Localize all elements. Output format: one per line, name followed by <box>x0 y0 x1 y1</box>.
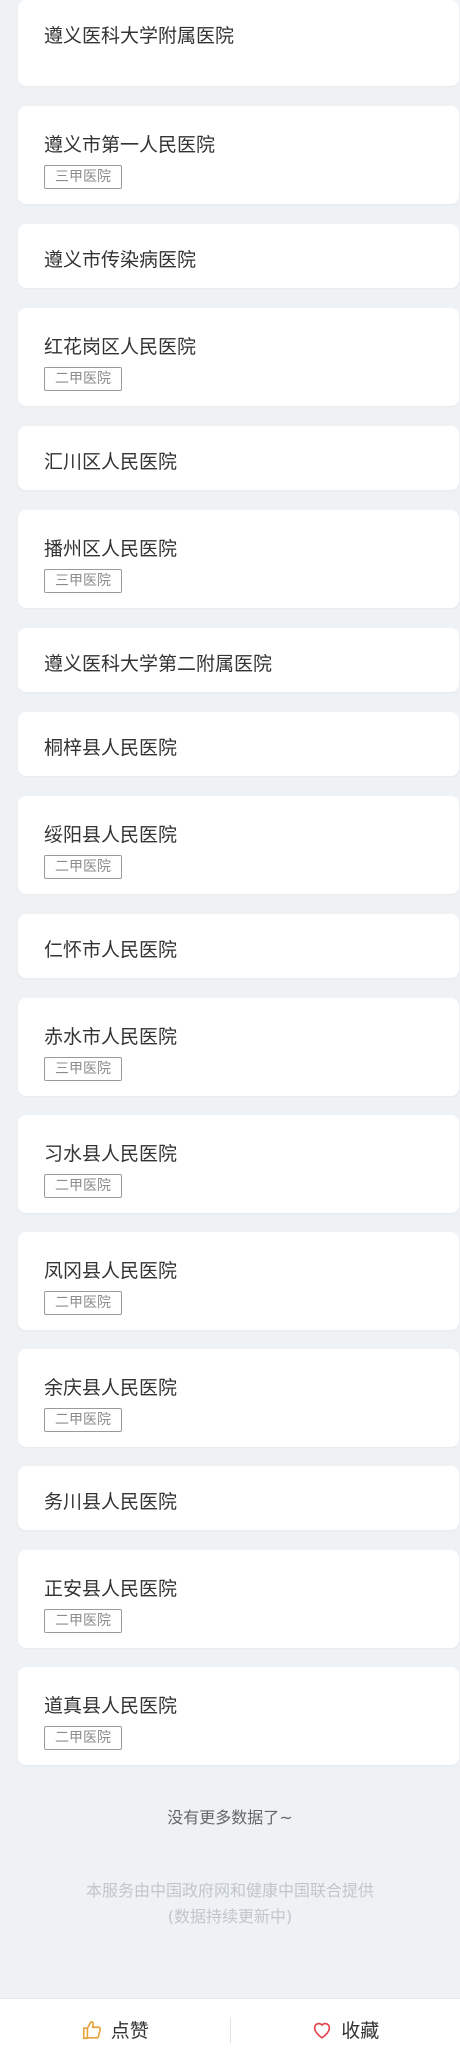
credit-line-1: 本服务由中国政府网和健康中国联合提供 <box>85 1881 374 1900</box>
hospital-card[interactable]: 桐梓县人民医院 <box>18 712 459 776</box>
hospital-name: 绥阳县人民医院 <box>44 824 178 846</box>
hospital-card[interactable]: 汇川区人民医院 <box>18 426 459 490</box>
credit-line-2: (数据持续更新中) <box>167 1907 293 1926</box>
hospital-name: 余庆县人民医院 <box>44 1377 178 1399</box>
hospital-card[interactable]: 道真县人民医院 二甲医院 <box>18 1667 459 1765</box>
hospital-name: 遵义医科大学第二附属医院 <box>44 653 273 675</box>
hospital-card[interactable]: 遵义市第一人民医院 三甲医院 <box>18 106 459 204</box>
bottom-action-bar: 点赞 收藏 <box>0 1998 460 2048</box>
hospital-grade-badge: 二甲医院 <box>44 855 122 879</box>
hospital-name: 遵义市第一人民医院 <box>44 134 216 156</box>
hospital-name: 赤水市人民医院 <box>44 1026 178 1048</box>
no-more-data-text: 没有更多数据了~ <box>167 1808 293 1827</box>
hospital-grade-badge: 二甲医院 <box>44 367 122 391</box>
hospital-name: 遵义市传染病医院 <box>44 249 197 271</box>
hospital-card[interactable]: 遵义医科大学附属医院 <box>18 0 459 86</box>
favorite-button[interactable]: 收藏 <box>231 1999 460 2048</box>
like-label: 点赞 <box>110 2020 149 2042</box>
hospital-grade-badge: 三甲医院 <box>44 165 122 189</box>
hospital-name: 桐梓县人民医院 <box>44 737 178 759</box>
hospital-card[interactable]: 红花岗区人民医院 二甲医院 <box>18 308 459 406</box>
hospital-card[interactable]: 赤水市人民医院 三甲医院 <box>18 998 459 1096</box>
hospital-card[interactable]: 仁怀市人民医院 <box>18 914 459 978</box>
hospital-grade-badge: 三甲医院 <box>44 569 122 593</box>
hospital-grade-badge: 二甲医院 <box>44 1291 122 1315</box>
hospital-grade-badge: 二甲医院 <box>44 1726 122 1750</box>
hospital-card[interactable]: 播州区人民医院 三甲医院 <box>18 510 459 608</box>
hospital-card[interactable]: 务川县人民医院 <box>18 1466 459 1530</box>
heart-icon <box>311 2019 333 2041</box>
service-credit: 本服务由中国政府网和健康中国联合提供 (数据持续更新中) <box>0 1878 460 1930</box>
hospital-name: 正安县人民医院 <box>44 1578 178 1600</box>
hospital-card[interactable]: 遵义医科大学第二附属医院 <box>18 628 459 692</box>
like-button[interactable]: 点赞 <box>0 1999 230 2048</box>
hospital-name: 习水县人民医院 <box>44 1143 178 1165</box>
hospital-card[interactable]: 遵义市传染病医院 <box>18 224 459 288</box>
hospital-grade-badge: 二甲医院 <box>44 1609 122 1633</box>
thumbs-up-icon <box>81 2019 103 2041</box>
hospital-name: 汇川区人民医院 <box>44 451 178 473</box>
hospital-name: 遵义医科大学附属医院 <box>44 25 235 47</box>
hospital-card[interactable]: 绥阳县人民医院 二甲医院 <box>18 796 459 894</box>
hospital-name: 务川县人民医院 <box>44 1491 178 1513</box>
hospital-name: 仁怀市人民医院 <box>44 939 178 961</box>
hospital-name: 凤冈县人民医院 <box>44 1260 178 1282</box>
hospital-card[interactable]: 凤冈县人民医院 二甲医院 <box>18 1232 459 1330</box>
favorite-label: 收藏 <box>341 2020 380 2042</box>
hospital-grade-badge: 二甲医院 <box>44 1174 122 1198</box>
hospital-name: 道真县人民医院 <box>44 1695 178 1717</box>
hospital-card[interactable]: 习水县人民医院 二甲医院 <box>18 1115 459 1213</box>
hospital-name: 播州区人民医院 <box>44 538 178 560</box>
hospital-card[interactable]: 正安县人民医院 二甲医院 <box>18 1550 459 1648</box>
hospital-grade-badge: 三甲医院 <box>44 1057 122 1081</box>
hospital-grade-badge: 二甲医院 <box>44 1408 122 1432</box>
hospital-card[interactable]: 余庆县人民医院 二甲医院 <box>18 1349 459 1447</box>
hospital-name: 红花岗区人民医院 <box>44 336 197 358</box>
